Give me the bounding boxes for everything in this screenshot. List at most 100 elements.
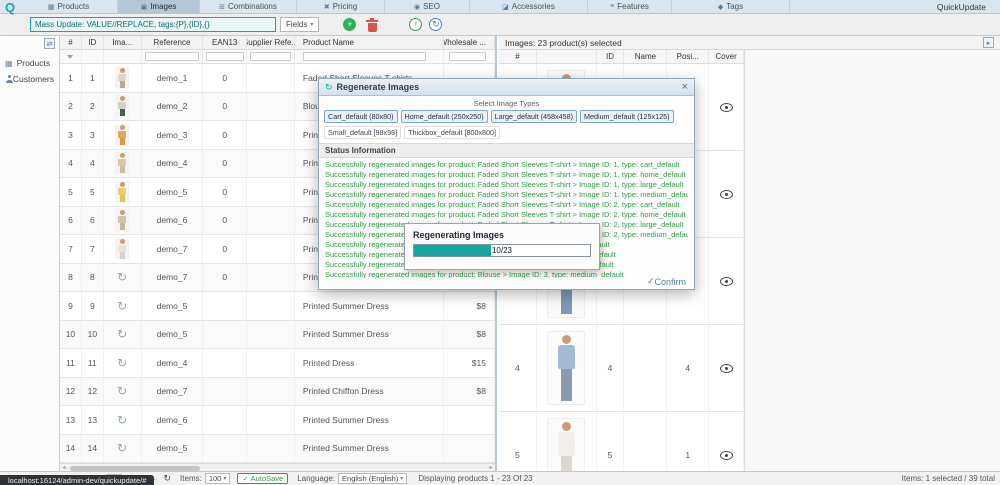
cell-id: 4 [82, 150, 104, 178]
cell-ean13: 0 [203, 264, 247, 292]
sidebar-item-products[interactable]: ▦ Products [0, 55, 59, 71]
select-image-types-label: Select Image Types [319, 99, 694, 108]
image-row[interactable]: 551 [499, 412, 744, 471]
image-type-button-selected[interactable]: Large_default (458x458) [491, 110, 577, 123]
cell-supplier-ref [247, 235, 295, 263]
column-header-5[interactable]: Supplier Refe... [247, 36, 295, 49]
column-header-3[interactable]: Reference [142, 36, 204, 49]
cell-image [104, 121, 142, 149]
cell-id: 6 [82, 207, 104, 235]
images-panel-header: # IDNamePosi...Cover [499, 50, 745, 64]
cell-image [104, 235, 142, 263]
tab-features[interactable]: ≡Features [588, 0, 672, 13]
confirm-button[interactable]: ✓Confirm [647, 276, 686, 287]
scroll-left-icon[interactable]: ◂ [60, 464, 68, 471]
cell-id: 3 [82, 121, 104, 149]
column-header-4[interactable]: EAN13 [203, 36, 247, 49]
product-photo [548, 332, 584, 404]
cell-image [104, 93, 142, 121]
image-type-button-selected[interactable]: Cart_default (80x80) [324, 110, 398, 123]
close-icon[interactable]: × [682, 82, 688, 93]
tab-label: Accessories [512, 2, 555, 11]
scroll-right-icon[interactable]: ▸ [487, 464, 495, 471]
filter-input-3[interactable] [145, 52, 198, 61]
sidebar-item-customers[interactable]: Customers [0, 71, 59, 87]
reload-grid-icon[interactable]: ↻ [164, 473, 172, 484]
panel-expand-icon[interactable]: ▸ [983, 37, 994, 48]
table-row[interactable]: 1414↻demo_5Printed Summer Dress [60, 435, 495, 464]
add-button[interactable]: + [343, 18, 356, 31]
filter-input-7[interactable] [449, 52, 486, 61]
images-column-header-2[interactable]: ID [597, 50, 625, 63]
tab-label: Images [150, 2, 176, 11]
tab-accessories[interactable]: ◪Accessories [470, 0, 588, 13]
loading-icon: ↻ [117, 384, 127, 398]
cell-image: ↻ [104, 378, 142, 406]
cell-reference: demo_3 [142, 121, 204, 149]
cell-cover [709, 64, 744, 150]
images-column-header-3[interactable]: Name [624, 50, 667, 63]
column-header-6[interactable]: Product Name [295, 36, 444, 49]
filter-cell-7 [444, 50, 495, 63]
sidebar-collapse-icon[interactable]: ⇄ [44, 38, 55, 49]
filter-funnel-icon[interactable] [67, 55, 73, 59]
column-header-2[interactable]: Ima... [104, 36, 142, 49]
tab-seo[interactable]: ◉SEO [385, 0, 470, 13]
delete-button[interactable] [365, 18, 379, 32]
loading-icon: ↻ [117, 441, 127, 455]
filter-cell-1 [82, 50, 104, 63]
image-type-button-unselected[interactable]: Thickbox_default [800x800] [404, 126, 500, 139]
cover-eye-icon[interactable] [720, 190, 733, 199]
tab-pricing[interactable]: ✖Pricing [297, 0, 385, 13]
table-row[interactable]: 1212↻demo_7Printed Chiffon Dress$8 [60, 378, 495, 407]
cover-eye-icon[interactable] [720, 364, 733, 373]
table-row[interactable]: 1313↻demo_6Printed Summer Dress [60, 406, 495, 435]
tab-combinations[interactable]: ⊞Combinations [200, 0, 297, 13]
filter-input-5[interactable] [250, 52, 291, 61]
images-column-header-4[interactable]: Posi... [667, 50, 709, 63]
filter-input-4[interactable] [206, 52, 244, 61]
image-type-button-selected[interactable]: Home_default (250x250) [401, 110, 488, 123]
cell-id: 7 [82, 235, 104, 263]
status-information-header: Status Information [319, 143, 694, 158]
cell-reference: demo_5 [142, 321, 204, 349]
items-per-page-value: 100 [209, 474, 222, 483]
fields-dropdown[interactable]: Fields ▾ [280, 17, 319, 32]
autosave-toggle[interactable]: ✓ AutoSave [237, 473, 288, 484]
cell-reference: demo_7 [142, 378, 204, 406]
tab-products[interactable]: ▦Products [20, 0, 118, 13]
cell-ean13: 0 [203, 178, 247, 206]
mass-update-input[interactable] [30, 17, 276, 32]
refresh-button[interactable]: ↻ [429, 18, 442, 31]
filter-input-6[interactable] [303, 52, 426, 61]
cell-wholesale: $15 [444, 349, 495, 377]
scrollbar-thumb[interactable] [70, 466, 200, 471]
cell-ean13 [203, 406, 247, 434]
upload-button[interactable]: ↑ [409, 18, 422, 31]
image-type-button-unselected[interactable]: Small_default [98x98] [324, 126, 401, 139]
table-row[interactable]: 1111↻demo_4Printed Dress$15 [60, 349, 495, 378]
tab-bar: ▦Products▣Images⊞Combinations✖Pricing◉SE… [20, 0, 790, 13]
cover-eye-icon[interactable] [720, 451, 733, 460]
column-header-0[interactable]: # [60, 36, 82, 49]
cover-eye-icon[interactable] [720, 277, 733, 286]
cell-id: 2 [82, 93, 104, 121]
table-row[interactable]: 1010↻demo_5Printed Summer Dress$8 [60, 321, 495, 350]
images-column-header-5[interactable]: Cover [709, 50, 744, 63]
image-row[interactable]: 444 [499, 325, 744, 412]
cell-image [104, 150, 142, 178]
column-header-1[interactable]: ID [82, 36, 104, 49]
cover-eye-icon[interactable] [720, 103, 733, 112]
cell-num: 4 [499, 325, 537, 411]
images-column-header-0[interactable]: # [499, 50, 537, 63]
column-header-7[interactable]: Wholesale ... [444, 36, 495, 49]
images-column-header-1[interactable] [537, 50, 597, 63]
language-dropdown[interactable]: English (English) ▾ [338, 473, 407, 484]
table-row[interactable]: 99↻demo_5Printed Summer Dress$8 [60, 292, 495, 321]
items-per-page-dropdown[interactable]: 100 ▾ [205, 473, 231, 484]
tab-tags[interactable]: ◆Tags [672, 0, 790, 13]
language-label: Language: [297, 474, 335, 483]
horizontal-scrollbar[interactable]: ◂ ▸ [60, 463, 495, 471]
image-type-button-selected[interactable]: Medium_default (125x125) [580, 110, 674, 123]
tab-images[interactable]: ▣Images [118, 0, 200, 13]
